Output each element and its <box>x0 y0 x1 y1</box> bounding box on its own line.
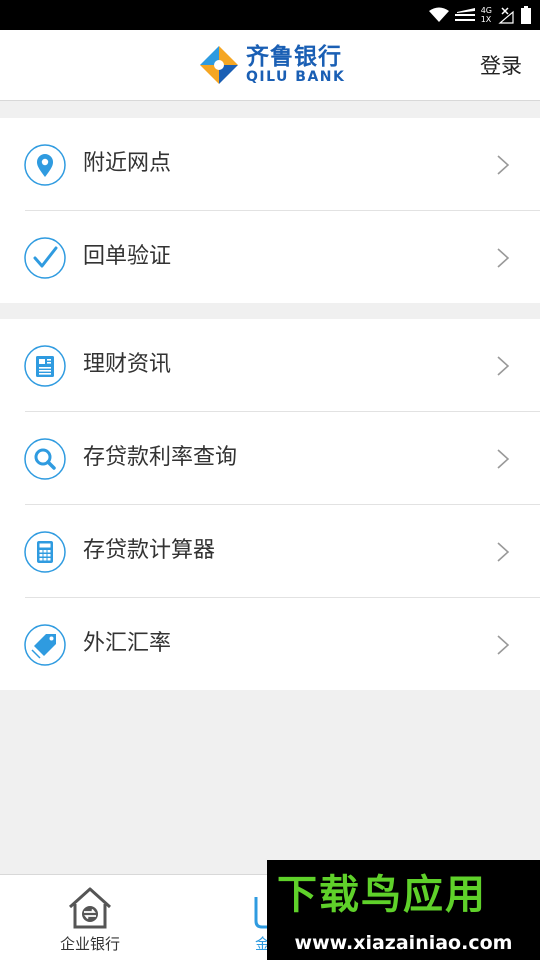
menu-group-2: 理财资讯 存贷款利率查询 存贷款计算器 外汇汇率 <box>0 319 540 690</box>
house-exchange-icon <box>68 887 112 929</box>
search-icon <box>24 438 66 480</box>
tab-enterprise-banking[interactable]: 企业银行 <box>0 875 180 960</box>
menu-item-wealth-news[interactable]: 理财资讯 <box>0 319 540 412</box>
menu-item-interest-rate-query[interactable]: 存贷款利率查询 <box>0 412 540 505</box>
app-header: 齐鲁银行 QILU BANK 登录 <box>0 30 540 101</box>
menu-item-receipt-verification[interactable]: 回单验证 <box>0 211 540 304</box>
menu-item-label: 存贷款利率查询 <box>83 445 238 470</box>
chevron-right-icon <box>497 155 510 175</box>
wifi-icon <box>428 7 449 22</box>
network-type: 4G 1X <box>480 6 492 24</box>
watermark-overlay: 下载鸟应用 www.xiazainiao.com <box>267 860 540 960</box>
menu-item-label: 外汇汇率 <box>83 631 172 656</box>
qilu-bank-logo: 齐鲁银行 QILU BANK <box>198 44 345 86</box>
newspaper-icon <box>24 345 66 387</box>
checkmark-icon <box>24 237 66 279</box>
battery-icon <box>521 6 531 24</box>
bank-logo-icon <box>200 46 238 84</box>
menu-item-nearby-branches[interactable]: 附近网点 <box>0 118 540 211</box>
no-sim-signal-icon <box>498 7 514 24</box>
price-tag-icon <box>24 624 66 666</box>
signal-icon <box>454 8 475 21</box>
location-pin-icon <box>24 144 66 186</box>
menu-group-1: 附近网点 回单验证 <box>0 118 540 303</box>
logo-chinese-name: 齐鲁银行 <box>246 44 342 70</box>
status-bar: 4G 1X <box>0 0 540 30</box>
menu-item-exchange-rate[interactable]: 外汇汇率 <box>0 598 540 691</box>
chevron-right-icon <box>497 449 510 469</box>
menu-item-label: 回单验证 <box>83 244 172 269</box>
tab-label: 企业银行 <box>59 935 120 953</box>
menu-item-label: 存贷款计算器 <box>83 538 216 563</box>
chevron-right-icon <box>497 248 510 268</box>
menu-item-label: 理财资讯 <box>83 352 172 377</box>
logo-english-name: QILU BANK <box>246 69 346 85</box>
menu-item-label: 附近网点 <box>83 151 172 176</box>
watermark-title: 下载鸟应用 <box>277 872 487 918</box>
status-icons: 4G 1X <box>428 4 532 26</box>
chevron-right-icon <box>497 635 510 655</box>
watermark-url: www.xiazainiao.com <box>294 932 513 954</box>
calculator-icon <box>24 531 66 573</box>
menu-item-loan-calculator[interactable]: 存贷款计算器 <box>0 505 540 598</box>
logo-text: 齐鲁银行 QILU BANK <box>246 45 345 85</box>
chevron-right-icon <box>497 542 510 562</box>
login-button[interactable]: 登录 <box>480 50 522 80</box>
chevron-right-icon <box>497 356 510 376</box>
